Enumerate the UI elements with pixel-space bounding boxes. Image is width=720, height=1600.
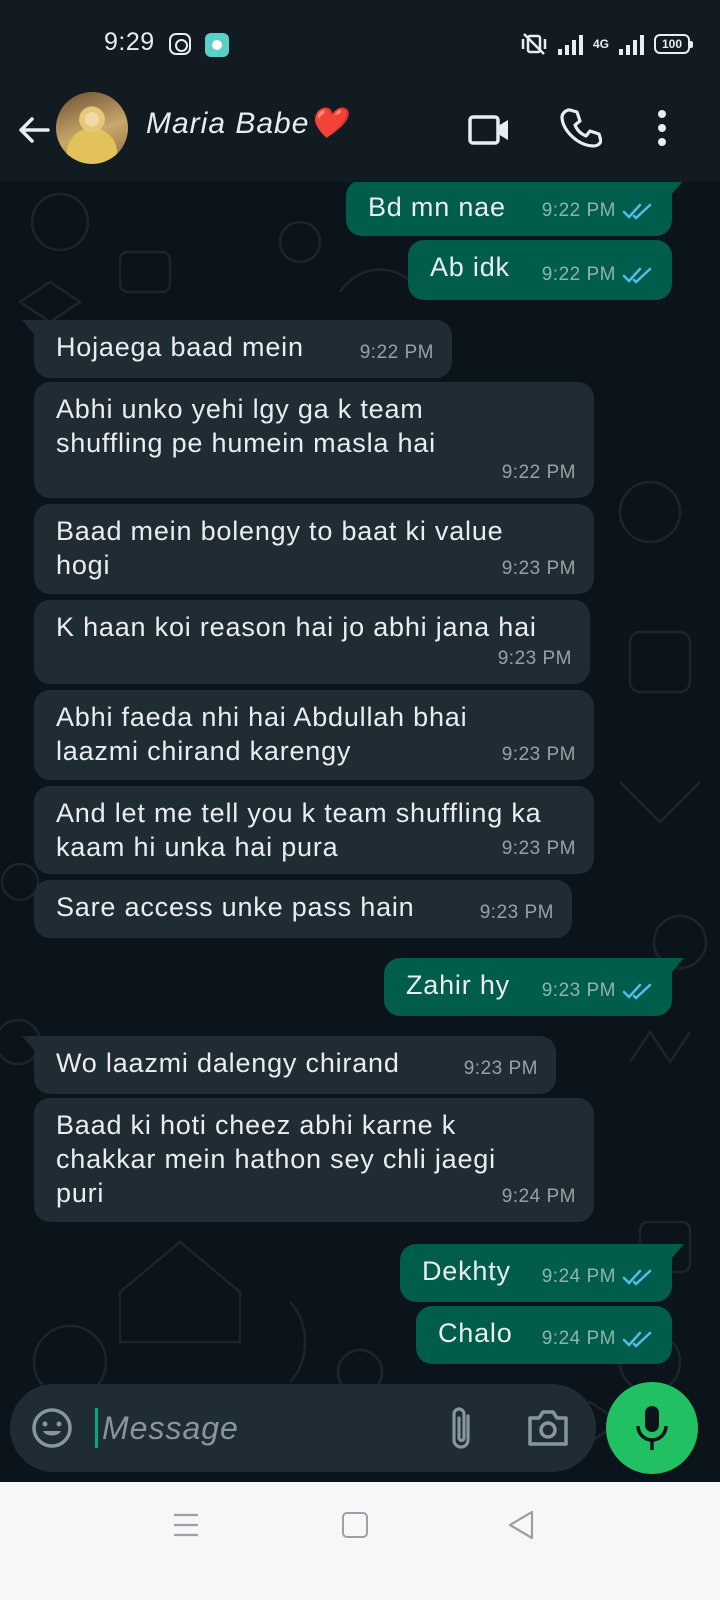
signal-icon (557, 33, 583, 55)
message-text: Abhi faeda nhi hai Abdullah bhai laazmi … (56, 702, 468, 766)
vibrate-mute-icon (521, 33, 547, 55)
message-outgoing[interactable]: Dekhty 9:24 PM (400, 1244, 684, 1302)
video-call-icon[interactable] (468, 108, 510, 150)
recent-apps-icon[interactable] (172, 1512, 200, 1538)
double-check-icon (622, 203, 652, 220)
message-meta: 9:23 PM (502, 552, 576, 586)
avatar[interactable] (56, 92, 128, 164)
message-time: 9:23 PM (497, 648, 572, 669)
message-meta: 9:23 PM (502, 738, 576, 772)
message-text: Baad ki hoti cheez abhi karne k chakkar … (56, 1110, 496, 1208)
message-meta: 9:22 PM (502, 456, 576, 490)
message-meta: 9:23 PM (542, 974, 654, 1008)
message-input[interactable] (102, 1404, 432, 1452)
double-check-icon (622, 1269, 652, 1286)
message-text: Sare access unke pass hain (56, 892, 415, 922)
message-text: And let me tell you k team shuffling ka … (56, 798, 542, 862)
camera-icon[interactable] (526, 1408, 570, 1448)
message-meta: 9:24 PM (542, 1260, 654, 1294)
home-icon[interactable] (342, 1512, 368, 1538)
emoji-icon[interactable] (30, 1406, 74, 1450)
message-time: 9:22 PM (541, 264, 616, 285)
nav-back-icon[interactable] (506, 1509, 536, 1541)
message-time: 9:24 PM (541, 1328, 616, 1349)
message-time: 9:24 PM (541, 1266, 616, 1287)
app-notification-icon (205, 33, 229, 57)
message-text: Baad mein bolengy to baat ki value hogi (56, 516, 504, 580)
message-composer (10, 1384, 596, 1472)
voice-record-button[interactable] (606, 1382, 698, 1474)
message-meta: 9:24 PM (502, 1180, 576, 1214)
message-outgoing[interactable]: Zahir hy 9:23 PM (384, 958, 684, 1016)
status-indicators: 4G 100 (520, 30, 693, 58)
message-meta: 9:22 PM (542, 258, 654, 292)
message-text: Abhi unko yehi lgy ga k team shuffling p… (56, 394, 436, 458)
message-incoming[interactable]: Abhi unko yehi lgy ga k team shuffling p… (34, 382, 594, 498)
message-time: 9:22 PM (359, 342, 434, 363)
double-check-icon (622, 983, 652, 1000)
message-incoming[interactable]: Abhi faeda nhi hai Abdullah bhai laazmi … (34, 690, 594, 780)
message-outgoing[interactable]: Ab idk 9:22 PM (408, 240, 672, 300)
message-time: 9:22 PM (541, 200, 616, 221)
contact-name[interactable]: Maria Babe❤️ (146, 106, 348, 141)
signal-2-icon (619, 33, 644, 55)
message-time: 9:23 PM (479, 902, 554, 923)
arrow-left-icon[interactable] (14, 110, 54, 150)
message-time: 9:22 PM (501, 462, 576, 483)
text-cursor (95, 1408, 98, 1448)
message-time: 9:23 PM (501, 744, 576, 765)
status-bar: 9:29 4G 100 (0, 0, 720, 90)
chat-header: Maria Babe❤️ (0, 90, 720, 182)
double-check-icon (622, 267, 652, 284)
status-time: 9:29 (104, 28, 155, 56)
message-incoming[interactable]: Sare access unke pass hain 9:23 PM (34, 880, 572, 938)
message-text: Wo laazmi dalengy chirand (56, 1048, 400, 1078)
double-check-icon (622, 1331, 652, 1348)
message-list[interactable]: Bd mn nae 9:22 PM Ab idk 9:22 PM Hojaega… (0, 182, 720, 1482)
more-vert-icon[interactable] (648, 106, 676, 150)
message-incoming[interactable]: Wo laazmi dalengy chirand 9:23 PM (22, 1036, 556, 1094)
message-outgoing[interactable]: Chalo 9:24 PM (416, 1306, 672, 1364)
instagram-notification-icon (169, 33, 191, 55)
message-incoming[interactable]: And let me tell you k team shuffling ka … (34, 786, 594, 874)
phone-icon[interactable] (560, 106, 602, 148)
message-time: 9:23 PM (541, 980, 616, 1001)
message-meta: 9:24 PM (542, 1322, 654, 1356)
message-incoming[interactable]: K haan koi reason hai jo abhi jana hai 9… (34, 600, 590, 684)
message-meta: 9:23 PM (502, 832, 576, 866)
message-time: 9:23 PM (501, 558, 576, 579)
message-meta: 9:23 PM (480, 896, 554, 930)
message-incoming[interactable]: Baad mein bolengy to baat ki value hogi … (34, 504, 594, 594)
message-outgoing[interactable]: Bd mn nae 9:22 PM (346, 182, 684, 236)
message-meta: 9:22 PM (542, 194, 654, 228)
message-meta: 9:23 PM (498, 642, 572, 676)
message-incoming[interactable]: Baad ki hoti cheez abhi karne k chakkar … (34, 1098, 594, 1222)
message-time: 9:24 PM (501, 1186, 576, 1207)
system-nav-bar (0, 1482, 720, 1600)
message-time: 9:23 PM (501, 838, 576, 859)
network-type: 4G (592, 37, 609, 51)
battery-icon: 100 (654, 34, 693, 54)
message-meta: 9:23 PM (464, 1052, 538, 1086)
paperclip-icon[interactable] (446, 1404, 478, 1452)
message-text: K haan koi reason hai jo abhi jana hai (56, 612, 537, 642)
message-meta: 9:22 PM (360, 336, 434, 370)
message-incoming[interactable]: Hojaega baad mein 9:22 PM (22, 320, 452, 378)
message-time: 9:23 PM (463, 1058, 538, 1079)
mic-icon (636, 1406, 668, 1450)
